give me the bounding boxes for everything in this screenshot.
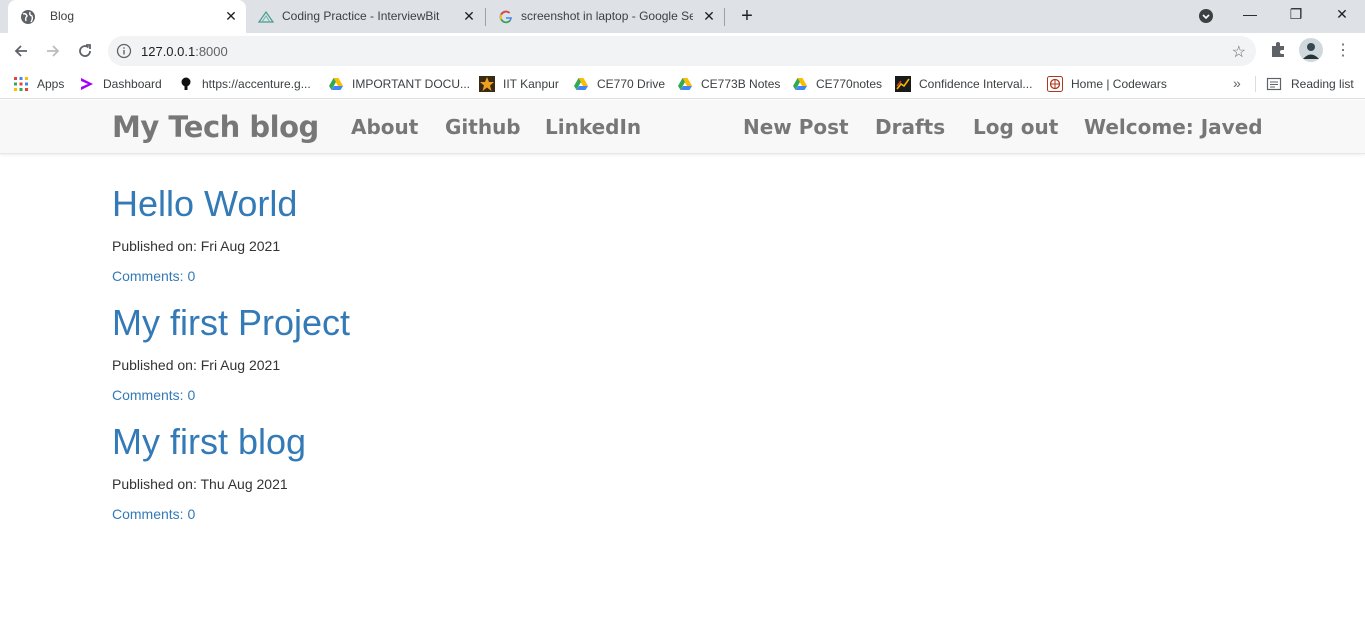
bookmark-apps[interactable]: Apps <box>13 75 64 93</box>
bookmark-label: Home | Codewars <box>1071 77 1167 91</box>
iitk-icon <box>479 76 495 92</box>
forward-arrow-icon <box>47 45 60 57</box>
browser-toolbar: 127.0.0.1:8000 ☆ ⋮ <box>0 33 1365 69</box>
extensions-puzzle-icon[interactable] <box>1266 38 1290 62</box>
nav-link-github[interactable]: Github <box>445 100 521 154</box>
post-item: My first blog Published on: Thu Aug 2021… <box>112 422 912 523</box>
post-comments-link[interactable]: Comments: 0 <box>112 387 912 403</box>
post-published-date: Published on: Fri Aug 2021 <box>112 357 281 373</box>
close-tab-icon[interactable]: ✕ <box>700 7 718 25</box>
bookmark-separator <box>1255 76 1256 92</box>
chart-icon <box>895 76 911 92</box>
tab-interviewbit[interactable]: Coding Practice - InterviewBit ✕ <box>246 0 484 33</box>
nav-link-drafts[interactable]: Drafts <box>875 100 945 154</box>
site-brand-link[interactable]: My Tech blog <box>112 100 319 154</box>
post-item: Hello World Published on: Fri Aug 2021 C… <box>112 184 912 285</box>
globe-icon <box>21 10 35 24</box>
profile-avatar[interactable] <box>1299 38 1323 62</box>
tab-blog[interactable]: Blog ✕ <box>8 0 246 33</box>
minimize-button[interactable]: — <box>1227 0 1273 30</box>
google-drive-icon <box>678 78 692 90</box>
back-button[interactable] <box>7 37 35 65</box>
codewars-icon <box>1047 76 1063 92</box>
bookmark-label: CE773B Notes <box>701 77 781 91</box>
post-comments-link[interactable]: Comments: 0 <box>112 506 912 522</box>
bookmark-confidence-interval[interactable]: Confidence Interval... <box>895 75 1032 93</box>
site-navbar: My Tech blog About Github LinkedIn New P… <box>0 100 1365 154</box>
reading-list-icon <box>1266 77 1282 91</box>
bookmark-codewars[interactable]: Home | Codewars <box>1047 75 1167 93</box>
reading-list-button[interactable]: Reading list <box>1266 75 1354 93</box>
reload-icon <box>79 44 91 57</box>
post-item: My first Project Published on: Fri Aug 2… <box>112 303 912 404</box>
tab-title: Blog <box>50 9 75 23</box>
nav-link-new-post[interactable]: New Post <box>743 100 849 154</box>
bookmark-accenture-link[interactable]: https://accenture.g... <box>178 75 311 93</box>
address-bar[interactable]: 127.0.0.1:8000 ☆ <box>108 36 1256 66</box>
post-published-date: Published on: Thu Aug 2021 <box>112 476 288 492</box>
bookmark-iit-kanpur[interactable]: IIT Kanpur <box>479 75 559 93</box>
accenture-icon <box>81 78 93 90</box>
tab-search-icon[interactable] <box>1198 8 1214 24</box>
bookmark-label: CE770notes <box>816 77 883 91</box>
bookmark-important-docs[interactable]: IMPORTANT DOCU... <box>328 75 470 93</box>
tab-google-search[interactable]: screenshot in laptop - Google Se ✕ <box>486 0 724 33</box>
browser-menu-button[interactable]: ⋮ <box>1329 37 1357 65</box>
close-tab-icon[interactable]: ✕ <box>222 7 240 25</box>
google-icon <box>499 10 512 24</box>
bookmark-label: Dashboard <box>103 77 162 91</box>
reading-list-label: Reading list <box>1291 77 1354 91</box>
nav-welcome-user[interactable]: Welcome: Javed <box>1084 100 1263 154</box>
tab-title: screenshot in laptop - Google Se <box>521 9 693 23</box>
google-drive-icon <box>574 78 588 90</box>
bookmark-ce773b-notes[interactable]: CE773B Notes <box>677 75 780 93</box>
more-bookmarks-chevron-icon[interactable]: » <box>1233 75 1241 91</box>
restore-button[interactable]: ❐ <box>1273 0 1319 30</box>
bookmark-dashboard[interactable]: Dashboard <box>79 75 162 93</box>
bookmark-label: Apps <box>37 77 65 91</box>
interviewbit-icon <box>258 10 274 23</box>
new-tab-button[interactable]: + <box>736 5 758 27</box>
bookmark-label: IIT Kanpur <box>503 77 559 91</box>
bookmark-label: CE770 Drive <box>597 77 666 91</box>
bookmark-ce770-drive[interactable]: CE770 Drive <box>573 75 665 93</box>
nav-link-linkedin[interactable]: LinkedIn <box>545 100 641 154</box>
tab-separator <box>724 8 725 26</box>
bookmark-label: https://accenture.g... <box>202 77 311 91</box>
close-window-button[interactable]: ✕ <box>1319 0 1365 30</box>
post-title-link[interactable]: Hello World <box>112 184 912 224</box>
reload-button[interactable] <box>71 37 99 65</box>
bulb-icon <box>181 77 191 90</box>
info-icon[interactable] <box>116 43 132 59</box>
close-tab-icon[interactable]: ✕ <box>460 7 478 25</box>
url-text: 127.0.0.1:8000 <box>141 44 228 59</box>
post-comments-link[interactable]: Comments: 0 <box>112 268 912 284</box>
tab-strip: Blog ✕ Coding Practice - InterviewBit ✕ … <box>0 0 1365 33</box>
apps-grid-icon <box>14 77 28 91</box>
google-drive-icon <box>329 78 343 90</box>
post-title-link[interactable]: My first Project <box>112 303 912 343</box>
bookmark-label: IMPORTANT DOCU... <box>352 77 471 91</box>
post-published-date: Published on: Fri Aug 2021 <box>112 238 281 254</box>
back-arrow-icon <box>14 45 27 57</box>
nav-link-logout[interactable]: Log out <box>973 100 1058 154</box>
tab-title: Coding Practice - InterviewBit <box>282 9 440 23</box>
bookmark-label: Confidence Interval... <box>919 77 1033 91</box>
bookmark-star-icon[interactable]: ☆ <box>1232 42 1246 62</box>
post-title-link[interactable]: My first blog <box>112 422 912 462</box>
bookmark-ce770notes[interactable]: CE770notes <box>792 75 882 93</box>
google-drive-icon <box>793 78 807 90</box>
forward-button[interactable] <box>39 37 67 65</box>
nav-link-about[interactable]: About <box>351 100 418 154</box>
bookmarks-bar: Apps Dashboard https://accenture.g... IM… <box>0 69 1365 99</box>
